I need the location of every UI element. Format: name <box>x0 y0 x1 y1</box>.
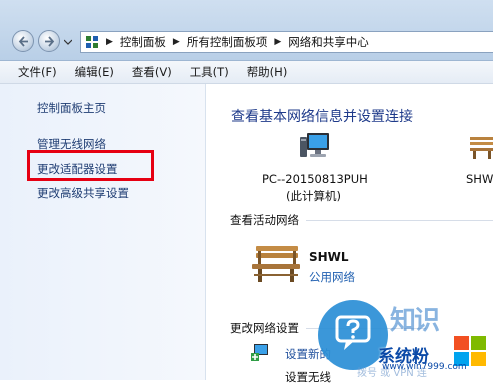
window-title-bar: ▶ 控制面板 ▶ 所有控制面板项 ▶ 网络和共享中心 <box>0 0 493 61</box>
menu-help[interactable]: 帮助(H) <box>238 64 297 80</box>
network-type-link[interactable]: 公用网络 <box>309 269 355 285</box>
active-network-name: SHWL <box>309 250 349 264</box>
network-node-name: SHWL <box>466 172 493 186</box>
computer-subtitle: (此计算机) <box>286 189 341 203</box>
network-center-icon <box>86 36 98 48</box>
menu-tools[interactable]: 工具(T) <box>181 64 238 80</box>
left-task-pane: 控制面板主页 管理无线网络 更改适配器设置 更改高级共享设置 <box>0 84 206 380</box>
address-bar[interactable]: ▶ 控制面板 ▶ 所有控制面板项 ▶ 网络和共享中心 <box>80 31 493 53</box>
forward-arrow-icon <box>45 36 55 47</box>
computer-name: PC--20150813PUH <box>262 172 368 186</box>
menu-view[interactable]: 查看(V) <box>123 64 181 80</box>
change-advanced-sharing-link[interactable]: 更改高级共享设置 <box>37 185 129 201</box>
breadcrumb-separator[interactable]: ▶ <box>106 37 113 47</box>
breadcrumb-control-panel[interactable]: 控制面板 <box>120 34 166 50</box>
public-network-bench-icon[interactable] <box>250 244 302 284</box>
menu-edit[interactable]: 编辑(E) <box>66 64 123 80</box>
history-dropdown-icon[interactable] <box>64 38 72 46</box>
question-icon <box>335 315 371 350</box>
setup-connection-icon[interactable] <box>250 342 272 362</box>
forward-button[interactable] <box>38 30 60 52</box>
control-panel-home-link[interactable]: 控制面板主页 <box>37 100 106 116</box>
breadcrumb-separator[interactable]: ▶ <box>274 37 281 47</box>
watermark-zhihu-text: 知识 <box>390 306 440 336</box>
breadcrumb-network-center[interactable]: 网络和共享中心 <box>288 34 369 50</box>
back-arrow-icon <box>18 36 28 47</box>
active-networks-title: 查看活动网络 <box>230 213 299 227</box>
change-settings-title: 更改网络设置 <box>230 321 299 335</box>
highlight-box <box>27 150 154 181</box>
setup-wireless-link[interactable]: 设置无线 <box>285 369 331 385</box>
back-button[interactable] <box>12 30 34 52</box>
section-divider <box>306 220 493 221</box>
page-title: 查看基本网络信息并设置连接 <box>231 109 413 125</box>
computer-icon[interactable] <box>299 131 333 161</box>
breadcrumb: ▶ 控制面板 ▶ 所有控制面板项 ▶ 网络和共享中心 <box>85 32 369 52</box>
menu-bar: 文件(F) 编辑(E) 查看(V) 工具(T) 帮助(H) <box>0 61 493 84</box>
watermark-url: www.win7999.com <box>382 362 467 372</box>
menu-file[interactable]: 文件(F) <box>0 64 66 80</box>
breadcrumb-all-items[interactable]: 所有控制面板项 <box>187 34 268 50</box>
breadcrumb-separator[interactable]: ▶ <box>173 37 180 47</box>
network-bench-icon[interactable] <box>468 134 493 160</box>
